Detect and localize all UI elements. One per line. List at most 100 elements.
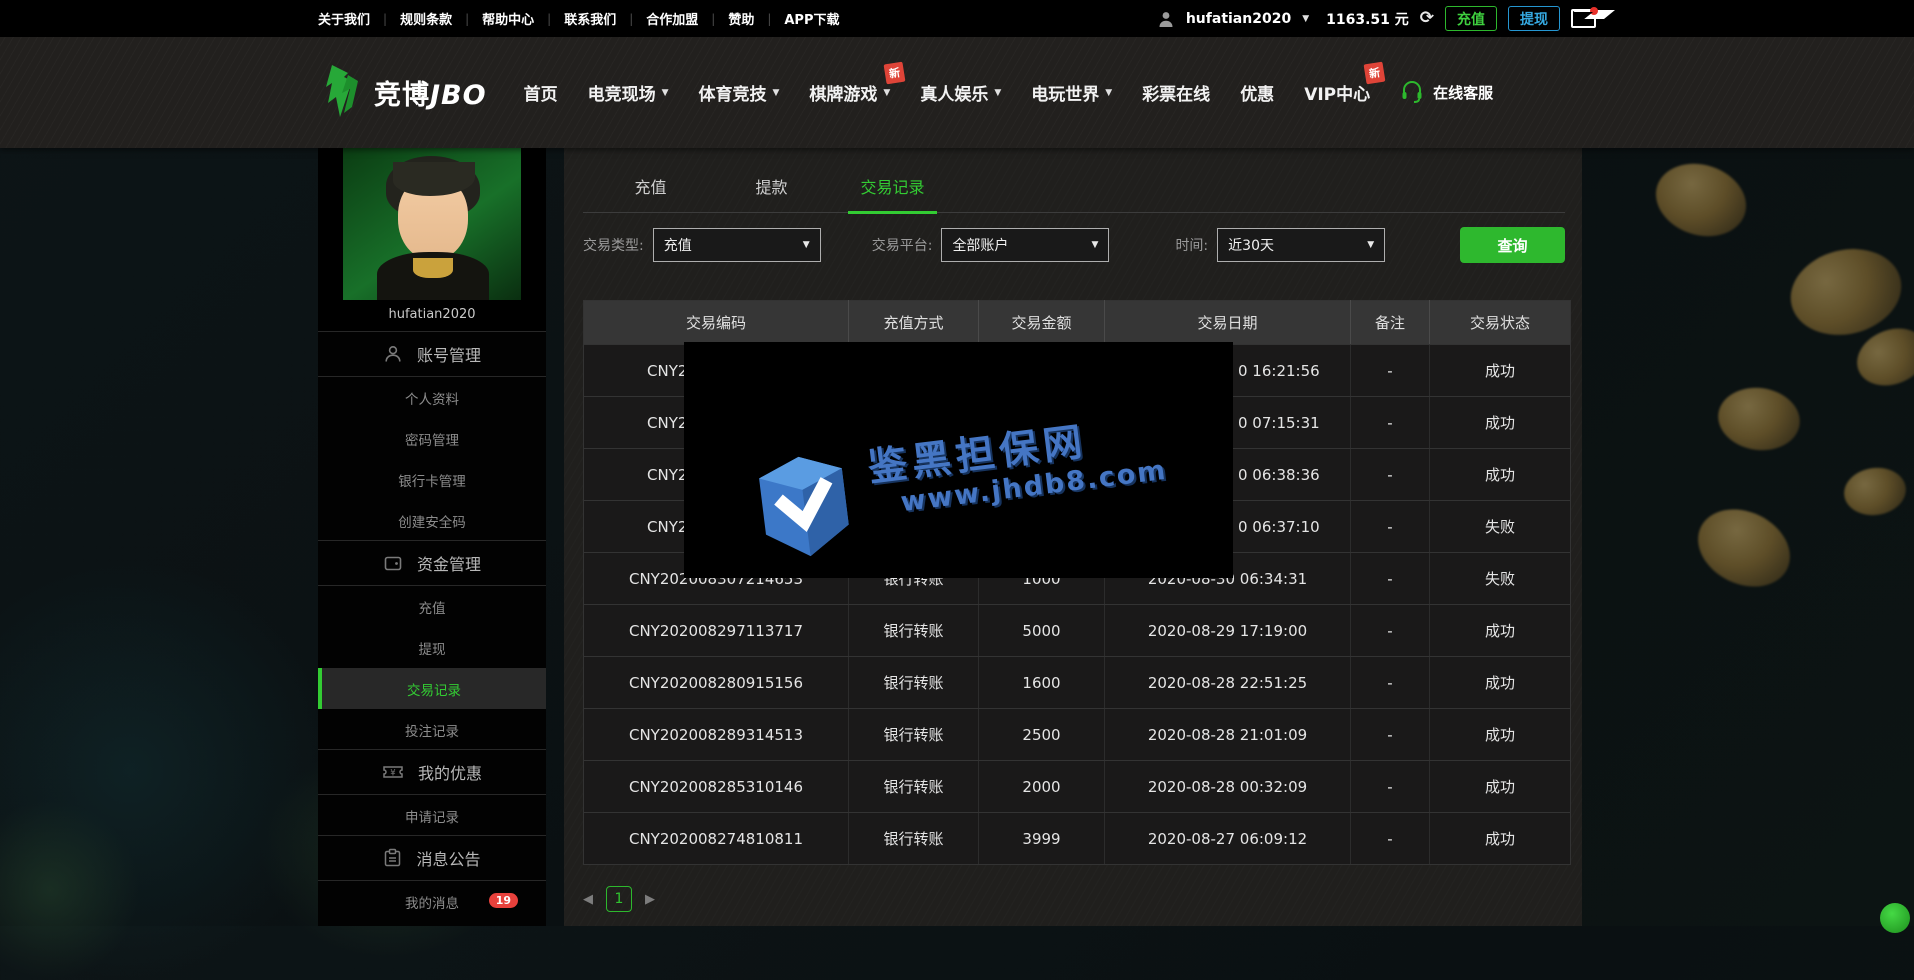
cell-method: 银行转账 xyxy=(849,709,979,761)
sidebar-item-我的消息[interactable]: 我的消息 19 xyxy=(318,881,546,922)
tab-提款[interactable]: 提款 xyxy=(711,168,832,212)
unread-badge: 19 xyxy=(489,893,518,908)
user-icon xyxy=(383,344,403,364)
online-service[interactable]: 在线客服 xyxy=(1400,79,1493,107)
chevron-down-icon[interactable]: ▼ xyxy=(1302,14,1309,24)
next-page-icon[interactable]: ▶ xyxy=(645,892,655,907)
coupon-icon: ¥ xyxy=(382,763,404,781)
tab-交易记录[interactable]: 交易记录 xyxy=(832,168,953,212)
table-row[interactable]: CNY202008280915156银行转账16002020-08-28 22:… xyxy=(584,657,1571,709)
deposit-button[interactable]: 充值 xyxy=(1445,6,1497,31)
sidebar-section-消息公告[interactable]: 消息公告 xyxy=(318,835,546,881)
sidebar-item-银行卡管理[interactable]: 银行卡管理 xyxy=(318,459,546,500)
tab-充值[interactable]: 充值 xyxy=(590,168,711,212)
sidebar-item-label: 创建安全码 xyxy=(398,511,466,531)
cell-status: 成功 xyxy=(1430,813,1571,865)
cell-note: - xyxy=(1351,345,1430,397)
cell-status: 成功 xyxy=(1430,345,1571,397)
chevron-down-icon: ▼ xyxy=(662,88,669,98)
sidebar-section-label: 消息公告 xyxy=(416,846,480,870)
page-number[interactable]: 1 xyxy=(606,886,632,912)
topbar-link[interactable]: 联系我们 xyxy=(564,9,616,28)
cell-note: - xyxy=(1351,397,1430,449)
nav-item-label: 真人娱乐 xyxy=(920,80,988,105)
sidebar-item-label: 我的消息 xyxy=(405,892,459,912)
cell-note: - xyxy=(1351,657,1430,709)
username[interactable]: hufatian2020 xyxy=(1186,11,1291,27)
nav-item[interactable]: 真人娱乐▼ xyxy=(920,80,1001,105)
cell-status: 成功 xyxy=(1430,449,1571,501)
time-select[interactable]: 近30天 ▼ xyxy=(1217,228,1385,262)
topbar-link[interactable]: 帮助中心 xyxy=(482,9,534,28)
nav-item[interactable]: VIP中心新 xyxy=(1304,80,1370,105)
topbar-link[interactable]: 关于我们 xyxy=(318,9,370,28)
table-row[interactable]: CNY202008285310146银行转账20002020-08-28 00:… xyxy=(584,761,1571,813)
sidebar-item-label: 申请记录 xyxy=(405,806,459,826)
sidebar-section-资金管理[interactable]: 资金管理 xyxy=(318,540,546,586)
nav-item[interactable]: 棋牌游戏▼新 xyxy=(809,80,890,105)
main-nav: 竞博JBO 首页电竞现场▼体育竞技▼棋牌游戏▼新真人娱乐▼电玩世界▼彩票在线优惠… xyxy=(0,37,1914,148)
sidebar-item-密码管理[interactable]: 密码管理 xyxy=(318,418,546,459)
divider: | xyxy=(711,12,715,26)
sidebar-section-label: 我的优惠 xyxy=(418,760,482,784)
prev-page-icon[interactable]: ◀ xyxy=(583,892,593,907)
watermark-overlay: 鉴黑担保网 www.jhdb8.com xyxy=(684,342,1233,578)
refresh-icon[interactable]: ⟳ xyxy=(1420,10,1434,27)
topbar-link[interactable]: 合作加盟 xyxy=(646,9,698,28)
sidebar-item-投注记录[interactable]: 投注记录 xyxy=(318,709,546,750)
cell-status: 失败 xyxy=(1430,501,1571,553)
cell-code: CNY202008280915156 xyxy=(584,657,849,709)
table-row[interactable]: CNY202008274810811银行转账39992020-08-27 06:… xyxy=(584,813,1571,865)
cell-status: 成功 xyxy=(1430,709,1571,761)
topbar: 关于我们|规则条款|帮助中心|联系我们|合作加盟|赞助|APP下载 hufati… xyxy=(0,0,1914,37)
sidebar-item-交易记录[interactable]: 交易记录 xyxy=(318,668,546,709)
sidebar-section-label: 资金管理 xyxy=(417,551,481,575)
nav-item[interactable]: 电竞现场▼ xyxy=(588,80,669,105)
cell-note: - xyxy=(1351,813,1430,865)
cell-amount: 3999 xyxy=(979,813,1105,865)
avatar[interactable] xyxy=(343,148,521,300)
sidebar-item-个人资料[interactable]: 个人资料 xyxy=(318,377,546,418)
column-header: 交易状态 xyxy=(1430,301,1571,345)
avatar-block: hufatian2020 xyxy=(318,148,546,332)
cell-date: 2020-08-28 21:01:09 xyxy=(1105,709,1351,761)
main-panel: 充值提款交易记录 交易类型: 充值 ▼ 交易平台: 全部账户 ▼ 时间: 近30… xyxy=(564,148,1582,926)
column-header: 交易编码 xyxy=(584,301,849,345)
mail-icon[interactable] xyxy=(1571,9,1596,28)
table-row[interactable]: CNY202008297113717银行转账50002020-08-29 17:… xyxy=(584,605,1571,657)
sidebar-item-创建安全码[interactable]: 创建安全码 xyxy=(318,500,546,541)
sidebar-menu: 账号管理个人资料密码管理银行卡管理创建安全码资金管理充值提现交易记录投注记录 ¥ 我… xyxy=(318,332,546,922)
column-header: 备注 xyxy=(1351,301,1430,345)
sidebar-item-提现[interactable]: 提现 xyxy=(318,627,546,668)
search-button[interactable]: 查询 xyxy=(1460,227,1565,263)
sidebar-item-label: 提现 xyxy=(419,638,446,658)
cell-note: - xyxy=(1351,761,1430,813)
topbar-link[interactable]: 规则条款 xyxy=(400,9,452,28)
sidebar-item-label: 充值 xyxy=(419,597,446,617)
nav-item-label: 电玩世界 xyxy=(1031,80,1099,105)
record-tabs: 充值提款交易记录 xyxy=(583,168,1565,213)
topbar-link[interactable]: 赞助 xyxy=(728,9,754,28)
nav-item[interactable]: 首页 xyxy=(524,80,558,105)
sidebar-item-申请记录[interactable]: 申请记录 xyxy=(318,795,546,836)
platform-select[interactable]: 全部账户 ▼ xyxy=(941,228,1109,262)
cell-method: 银行转账 xyxy=(849,605,979,657)
topbar-link[interactable]: APP下载 xyxy=(784,9,839,28)
site-logo[interactable]: 竞博JBO xyxy=(318,63,487,123)
sidebar-section-账号管理[interactable]: 账号管理 xyxy=(318,331,546,377)
nav-item[interactable]: 优惠 xyxy=(1240,80,1274,105)
nav-item-label: 优惠 xyxy=(1240,80,1274,105)
nav-item[interactable]: 体育竞技▼ xyxy=(699,80,780,105)
table-row[interactable]: CNY202008289314513银行转账25002020-08-28 21:… xyxy=(584,709,1571,761)
nav-item[interactable]: 电玩世界▼ xyxy=(1031,80,1112,105)
time-filter-label: 时间: xyxy=(1175,235,1208,255)
withdraw-button[interactable]: 提现 xyxy=(1508,6,1560,31)
cell-note: - xyxy=(1351,605,1430,657)
cell-status: 成功 xyxy=(1430,657,1571,709)
notification-dot xyxy=(1590,7,1598,15)
nav-item[interactable]: 彩票在线 xyxy=(1142,80,1210,105)
sidebar-section-我的优惠[interactable]: ¥ 我的优惠 xyxy=(318,749,546,795)
sidebar-item-充值[interactable]: 充值 xyxy=(318,586,546,627)
type-select[interactable]: 充值 ▼ xyxy=(653,228,821,262)
cell-amount: 1600 xyxy=(979,657,1105,709)
